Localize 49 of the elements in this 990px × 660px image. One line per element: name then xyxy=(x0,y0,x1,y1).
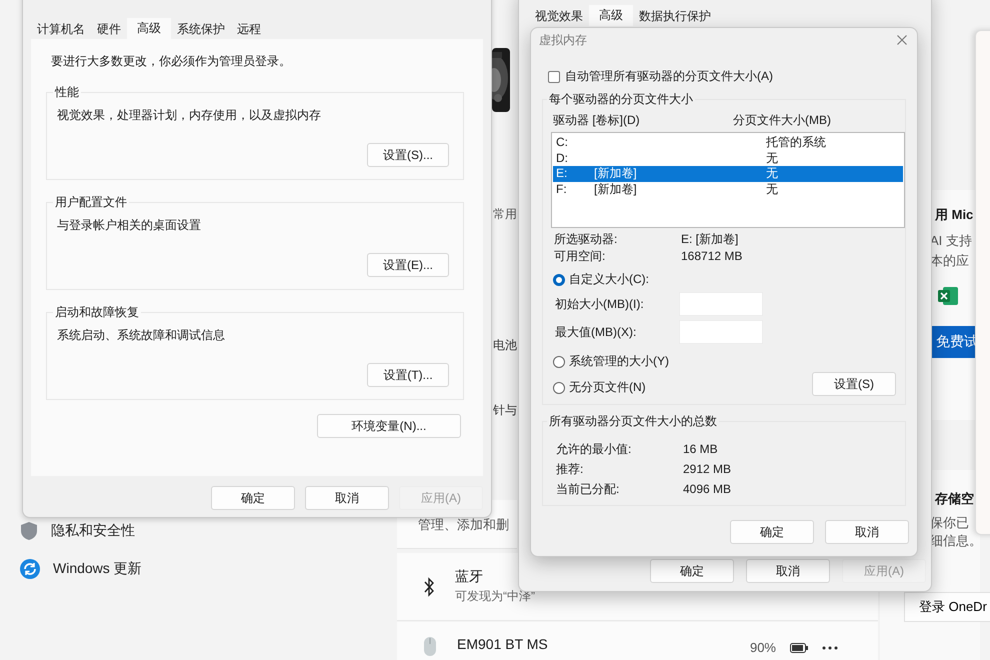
info-value: E: [新加卷] xyxy=(681,234,738,245)
column-header: 驱动器 [卷标](D) xyxy=(553,112,641,129)
sidebar-label: Windows 更新 xyxy=(53,560,142,578)
page-file-size: 无 xyxy=(766,166,778,182)
page-file-size: 无 xyxy=(766,182,778,197)
field-label: 初始大小(MB)(I): xyxy=(555,296,645,312)
field-label: 最大值(MB)(X): xyxy=(555,324,638,340)
drive-letter: D: xyxy=(556,150,569,166)
window-title: 虚拟内存 xyxy=(539,32,587,48)
volume-label: [新加卷] xyxy=(594,166,638,182)
sidebar-label: 隐私和安全性 xyxy=(51,522,135,540)
setting-title: 电池 xyxy=(493,337,517,354)
setting-title: 针与 xyxy=(493,402,517,419)
admin-note: 要进行大多数更改，你必须作为管理员登录。 xyxy=(51,53,292,70)
page-file-size: 无 xyxy=(766,150,778,166)
card-title: 存储空 xyxy=(935,490,975,508)
info-label: 允许的最小值: xyxy=(556,444,632,455)
card-title: 用 Mic xyxy=(935,206,974,224)
group-label: 每个驱动器的分页文件大小 xyxy=(548,91,694,108)
group-label: 启动和故障恢复 xyxy=(54,304,140,321)
info-label: 推荐: xyxy=(556,464,584,475)
page-file-size: 托管的系统 xyxy=(766,135,826,150)
radio-label: 无分页文件(N) xyxy=(569,379,646,396)
drive-letter: F: xyxy=(556,182,568,197)
device-name: EM901 BT MS xyxy=(457,636,548,652)
setting-description: 管理、添加和删 xyxy=(418,516,509,534)
volume-label: [新加卷] xyxy=(594,182,638,197)
info-value: 168712 MB xyxy=(681,251,742,262)
radio-label: 系统管理的大小(Y) xyxy=(569,353,669,370)
column-header: 分页文件大小(MB) xyxy=(733,112,831,129)
info-label: 可用空间: xyxy=(554,251,606,262)
info-label: 当前已分配: xyxy=(556,484,620,495)
info-label: 所选驱动器: xyxy=(554,234,618,245)
group-description: 视觉效果，处理器计划，内存使用，以及虚拟内存 xyxy=(57,107,322,124)
setting-title: 常用 xyxy=(493,206,517,223)
info-value: 4096 MB xyxy=(683,484,732,495)
radio-label: 自定义大小(C): xyxy=(569,271,649,288)
drive-letter: E: xyxy=(556,166,568,182)
group-description: 系统启动、系统故障和调试信息 xyxy=(57,327,226,344)
drive-letter: C: xyxy=(556,135,569,150)
device-name: 蓝牙 xyxy=(455,568,484,586)
group-description: 与登录帐户相关的桌面设置 xyxy=(57,217,202,234)
battery-level: 90% xyxy=(750,640,776,655)
info-value: 2912 MB xyxy=(683,464,732,475)
group-label: 所有驱动器分页文件大小的总数 xyxy=(548,413,718,430)
checkbox-label: 自动管理所有驱动器的分页文件大小(A) xyxy=(565,68,773,85)
info-value: 16 MB xyxy=(683,444,718,455)
group-label: 性能 xyxy=(54,84,80,101)
group-label: 用户配置文件 xyxy=(54,194,128,211)
